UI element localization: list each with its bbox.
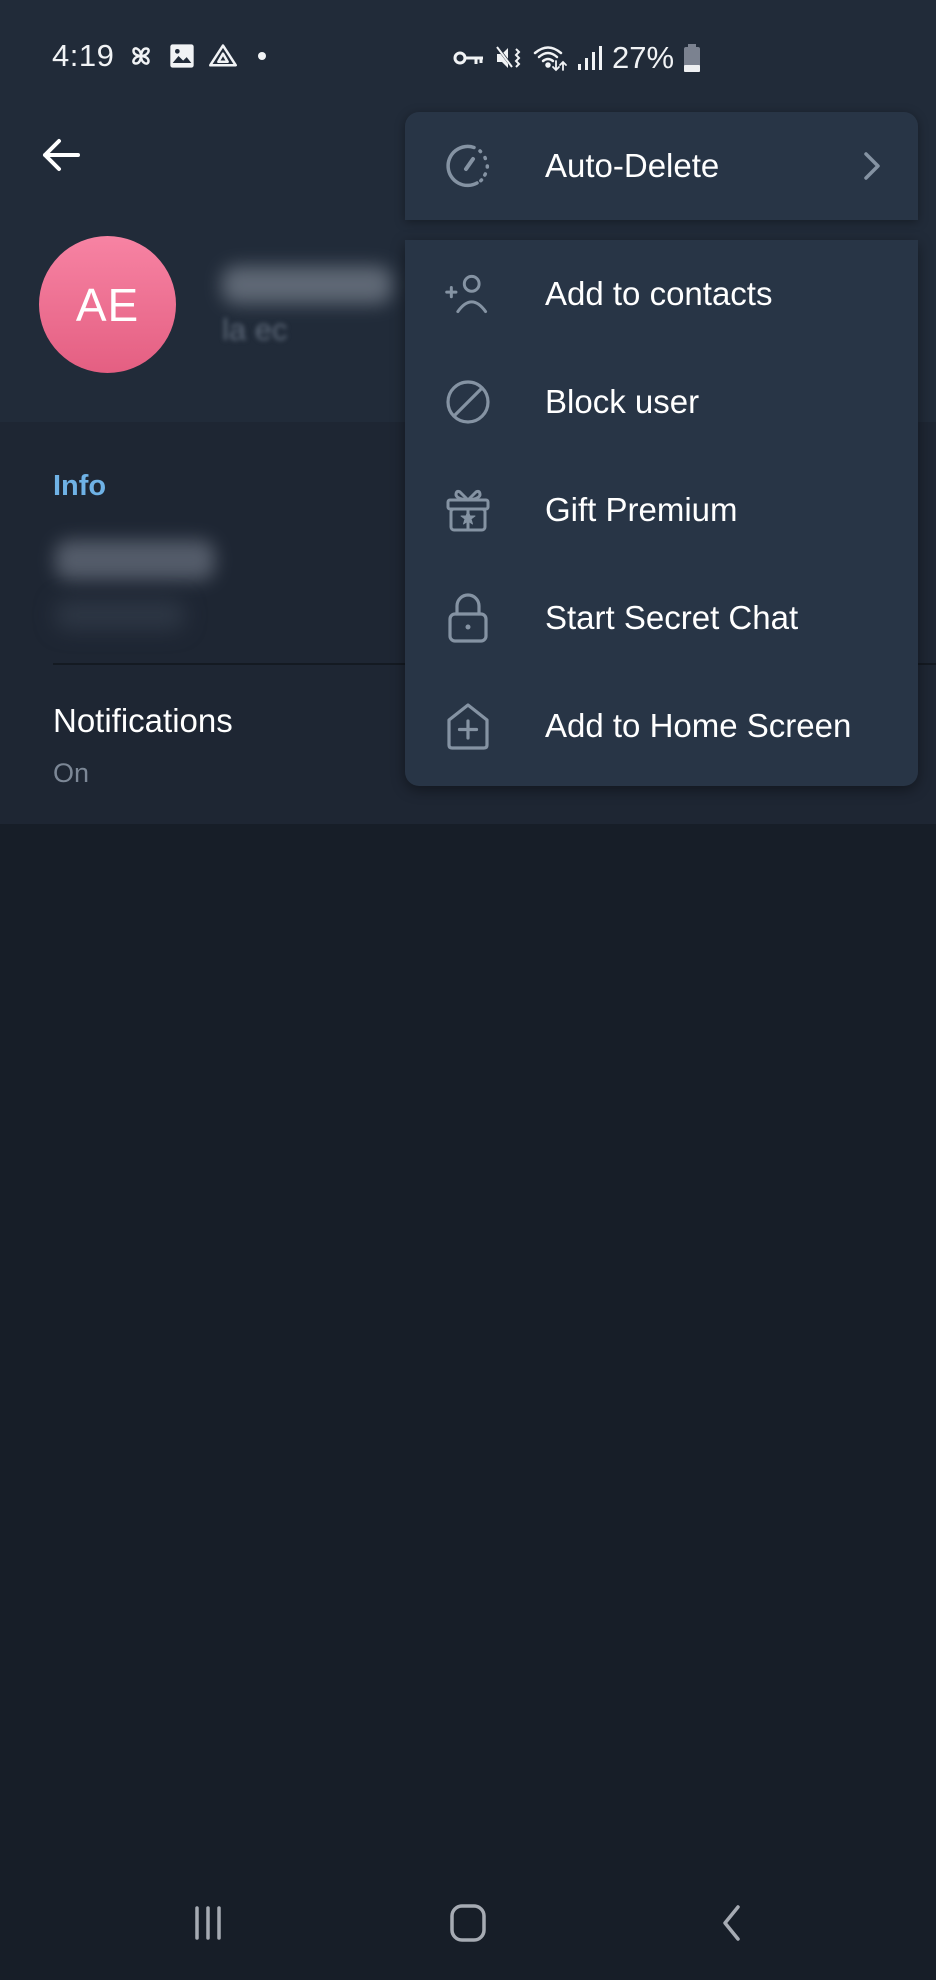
dot-icon — [250, 44, 274, 68]
notifications-value: On — [53, 758, 90, 788]
overflow-menu-top: Auto-Delete — [405, 112, 918, 220]
menu-item-block-user[interactable]: Block user — [405, 348, 918, 456]
back-button[interactable] — [36, 132, 86, 182]
add-user-icon — [443, 269, 493, 319]
battery-icon — [682, 43, 702, 73]
profile-name-redacted — [222, 266, 392, 304]
status-time: 4:19 — [52, 38, 115, 73]
menu-item-label: Auto-Delete — [545, 147, 720, 184]
arrow-left-icon — [41, 137, 81, 178]
system-nav-bar — [0, 1870, 936, 1980]
block-icon — [443, 377, 493, 427]
menu-item-label: Add to Home Screen — [545, 707, 852, 744]
username-redacted[interactable] — [55, 540, 215, 580]
drive-icon — [208, 42, 238, 70]
back-nav-button[interactable] — [692, 1890, 772, 1960]
menu-item-add-to-home-screen[interactable]: Add to Home Screen — [405, 672, 918, 780]
username-label-redacted — [55, 600, 185, 630]
info-section-title: Info — [53, 470, 107, 502]
avatar[interactable]: AE — [39, 236, 176, 373]
notifications-label: Notifications — [53, 702, 233, 739]
add-home-icon — [443, 701, 493, 751]
gallery-icon — [168, 42, 196, 70]
status-bar: 4:19 27% — [0, 0, 936, 110]
pinwheel-icon — [126, 41, 156, 71]
battery-percent: 27% — [612, 40, 675, 75]
menu-item-label: Add to contacts — [545, 275, 773, 312]
back-icon — [718, 1903, 746, 1948]
overflow-menu: Add to contacts Block user Gift Premium — [405, 240, 918, 786]
signal-icon — [576, 44, 604, 72]
menu-item-gift-premium[interactable]: Gift Premium — [405, 456, 918, 564]
mute-vibrate-icon — [494, 43, 524, 73]
gift-icon — [443, 485, 493, 535]
recents-icon — [190, 1905, 226, 1946]
menu-item-add-to-contacts[interactable]: Add to contacts — [405, 240, 918, 348]
last-seen-status: la ec — [222, 312, 288, 347]
timer-icon — [443, 141, 493, 191]
chevron-right-icon — [857, 146, 887, 186]
wifi-icon — [532, 43, 568, 73]
menu-item-label: Block user — [545, 383, 700, 420]
menu-item-label: Start Secret Chat — [545, 599, 799, 636]
home-icon — [448, 1903, 488, 1948]
menu-item-start-secret-chat[interactable]: Start Secret Chat — [405, 564, 918, 672]
home-button[interactable] — [428, 1890, 508, 1960]
menu-item-label: Gift Premium — [545, 491, 738, 528]
menu-item-auto-delete[interactable]: Auto-Delete — [405, 112, 918, 220]
vpn-key-icon — [452, 46, 486, 70]
lock-icon — [443, 593, 493, 643]
recents-button[interactable] — [168, 1890, 248, 1960]
